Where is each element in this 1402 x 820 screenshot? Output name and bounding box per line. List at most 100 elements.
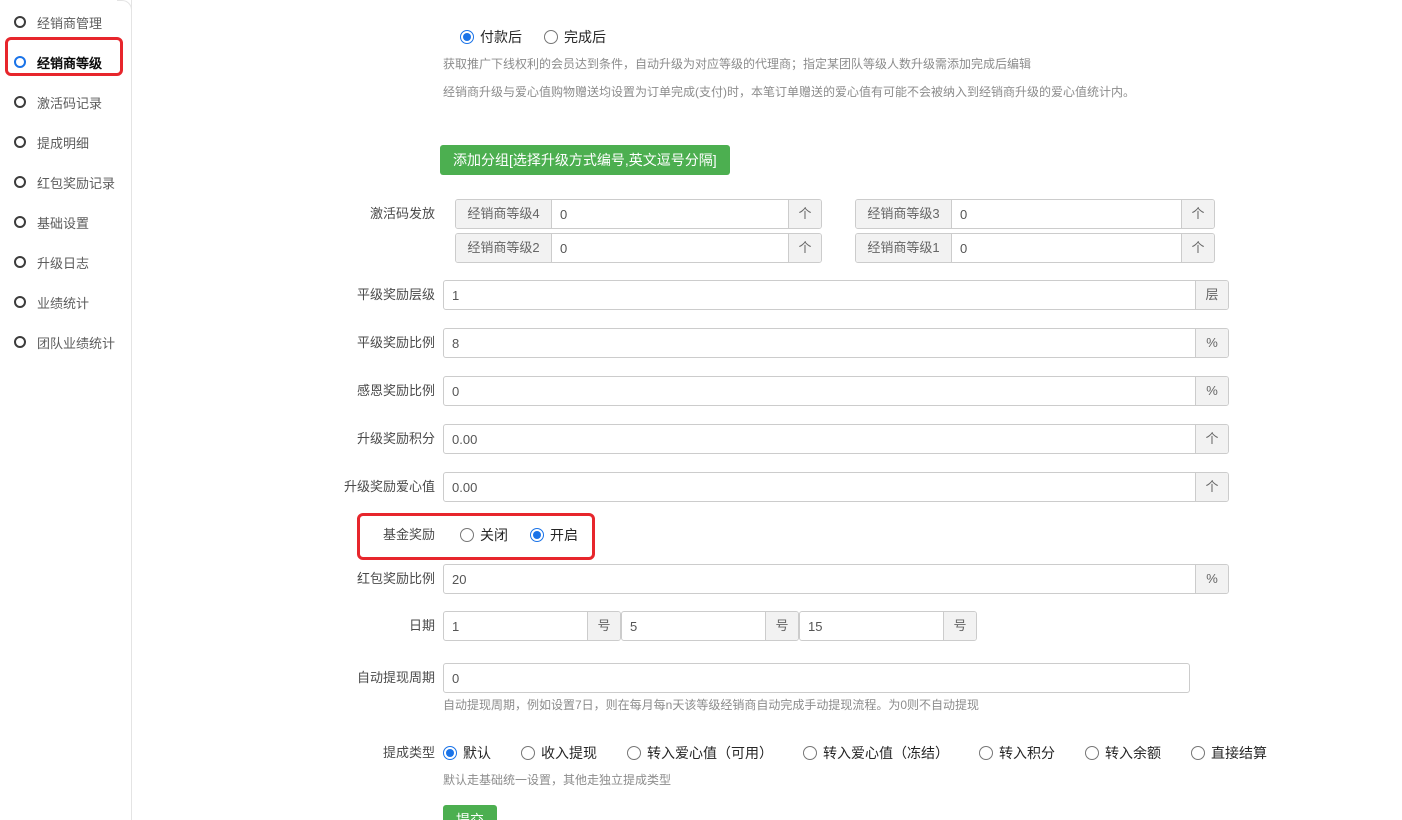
- radio-unchecked-icon: [979, 746, 993, 760]
- radio-unchecked-icon: [544, 30, 558, 44]
- submit-row: 提交: [132, 805, 1402, 820]
- radio-fund-on[interactable]: 开启: [530, 525, 578, 545]
- circle-icon: [14, 16, 26, 28]
- radio-checked-icon: [530, 528, 544, 542]
- peer-reward-layers-input[interactable]: [444, 281, 1195, 309]
- radio-label: 关闭: [480, 525, 508, 545]
- sidebar-item-commission-details[interactable]: 提成明细: [0, 122, 131, 162]
- peer-reward-ratio-input[interactable]: [444, 329, 1195, 357]
- input-suffix-percent: %: [1195, 377, 1228, 405]
- upgrade-reward-love-input[interactable]: [444, 473, 1195, 501]
- date-group-3: 号: [799, 611, 977, 641]
- circle-icon: [14, 56, 26, 68]
- radio-after-completion[interactable]: 完成后: [544, 27, 606, 47]
- field-label-commission-type: 提成类型: [132, 738, 443, 768]
- sidebar: 经销商管理 经销商等级 激活码记录 提成明细 红包奖励记录 基础设置 升级日志: [0, 0, 132, 820]
- radio-commission-default[interactable]: 默认: [443, 743, 491, 763]
- field-label-auto-withdraw: 自动提现周期: [132, 663, 443, 693]
- field-label-activation-codes: 激活码发放: [132, 199, 443, 229]
- submit-button[interactable]: 提交: [443, 805, 497, 820]
- main-form: 付款后 完成后 获取推广下线权利的会员达到条件，自动升级为对应等级的代理商；指定…: [132, 0, 1402, 820]
- input-suffix-percent: %: [1195, 565, 1228, 593]
- radio-commission-income-withdraw[interactable]: 收入提现: [521, 743, 597, 763]
- radio-unchecked-icon: [627, 746, 641, 760]
- sidebar-item-label: 激活码记录: [37, 93, 102, 112]
- auto-withdraw-input[interactable]: [443, 663, 1190, 693]
- radio-label: 付款后: [480, 27, 522, 47]
- activation-code-group-level1: 经销商等级1 个: [855, 233, 1215, 263]
- radio-unchecked-icon: [521, 746, 535, 760]
- sidebar-item-upgrade-logs[interactable]: 升级日志: [0, 242, 131, 282]
- input-suffix-unit: 个: [788, 234, 821, 262]
- date-3-input[interactable]: [800, 612, 943, 640]
- redpacket-ratio-input[interactable]: [444, 565, 1195, 593]
- circle-icon: [14, 136, 26, 148]
- input-prepend-label: 经销商等级4: [456, 200, 552, 228]
- date-2-input[interactable]: [622, 612, 765, 640]
- radio-label: 转入积分: [999, 743, 1055, 763]
- sidebar-item-dealer-level[interactable]: 经销商等级: [0, 42, 131, 82]
- add-group-button[interactable]: 添加分组[选择升级方式编号,英文逗号分隔]: [440, 145, 730, 175]
- radio-commission-to-points[interactable]: 转入积分: [979, 743, 1055, 763]
- upgrade-reward-points-input[interactable]: [444, 425, 1195, 453]
- commission-type-help-text: 默认走基础统一设置，其他走独立提成类型: [443, 773, 1402, 787]
- redpacket-ratio-row: 红包奖励比例 %: [132, 564, 1402, 594]
- fund-reward-row: 基金奖励 关闭 开启: [132, 520, 1402, 550]
- auto-withdraw-help-text: 自动提现周期，例如设置7日，则在每月每n天该等级经销商自动完成手动提现流程。为0…: [443, 698, 1402, 712]
- radio-unchecked-icon: [1085, 746, 1099, 760]
- auto-withdraw-row: 自动提现周期 自动提现周期，例如设置7日，则在每月每n天该等级经销商自动完成手动…: [132, 663, 1402, 712]
- input-suffix-day: 号: [587, 612, 620, 640]
- sidebar-item-redpacket-reward-records[interactable]: 红包奖励记录: [0, 162, 131, 202]
- upgrade-timing-row: 付款后 完成后: [132, 28, 1402, 45]
- radio-commission-to-love-available[interactable]: 转入爱心值（可用）: [627, 743, 773, 763]
- activation-code-level3-input[interactable]: [952, 200, 1181, 228]
- activation-code-level2-input[interactable]: [552, 234, 788, 262]
- input-prepend-label: 经销商等级1: [856, 234, 952, 262]
- field-label: 升级奖励积分: [132, 424, 443, 454]
- date-group-2: 号: [621, 611, 799, 641]
- upgrade-help-text-2: 经销商升级与爱心值购物赠送均设置为订单完成(支付)时，本笔订单赠送的爱心值有可能…: [443, 84, 1402, 99]
- radio-after-payment[interactable]: 付款后: [460, 27, 522, 47]
- commission-type-row: 提成类型 默认 收入提现 转入爱心值（可用）: [132, 738, 1402, 787]
- input-prepend-label: 经销商等级2: [456, 234, 552, 262]
- input-suffix-unit: 个: [1181, 200, 1214, 228]
- radio-commission-to-love-frozen[interactable]: 转入爱心值（冻结）: [803, 743, 949, 763]
- field-label: 升级奖励爱心值: [132, 472, 443, 502]
- activation-code-level4-input[interactable]: [552, 200, 788, 228]
- sidebar-item-team-performance-stats[interactable]: 团队业绩统计: [0, 322, 131, 362]
- gratitude-reward-ratio-input[interactable]: [444, 377, 1195, 405]
- date-1-input[interactable]: [444, 612, 587, 640]
- sidebar-item-label: 经销商管理: [37, 13, 102, 32]
- sidebar-item-label: 团队业绩统计: [37, 333, 115, 352]
- radio-checked-icon: [460, 30, 474, 44]
- sidebar-item-basic-settings[interactable]: 基础设置: [0, 202, 131, 242]
- circle-icon: [14, 296, 26, 308]
- radio-unchecked-icon: [1191, 746, 1205, 760]
- sidebar-item-performance-stats[interactable]: 业绩统计: [0, 282, 131, 322]
- radio-commission-to-balance[interactable]: 转入余额: [1085, 743, 1161, 763]
- field-label: 感恩奖励比例: [132, 376, 443, 406]
- radio-unchecked-icon: [460, 528, 474, 542]
- radio-unchecked-icon: [803, 746, 817, 760]
- radio-label: 转入爱心值（可用）: [647, 743, 773, 763]
- radio-label: 转入爱心值（冻结）: [823, 743, 949, 763]
- activation-code-group-level4: 经销商等级4 个: [455, 199, 822, 229]
- input-suffix-unit: 个: [788, 200, 821, 228]
- circle-icon: [14, 256, 26, 268]
- circle-icon: [14, 216, 26, 228]
- activation-code-group-level3: 经销商等级3 个: [855, 199, 1215, 229]
- field-label: 平级奖励比例: [132, 328, 443, 358]
- field-label: 红包奖励比例: [132, 564, 443, 594]
- upgrade-reward-love-row: 升级奖励爱心值 个: [132, 472, 1402, 502]
- radio-label: 完成后: [564, 27, 606, 47]
- sidebar-item-dealer-management[interactable]: 经销商管理: [0, 2, 131, 42]
- input-suffix-unit: 个: [1195, 473, 1228, 501]
- input-suffix-day: 号: [765, 612, 798, 640]
- radio-fund-off[interactable]: 关闭: [460, 525, 508, 545]
- field-label-fund-reward: 基金奖励: [132, 520, 443, 550]
- radio-commission-direct-settle[interactable]: 直接结算: [1191, 743, 1267, 763]
- app-window: 经销商管理 经销商等级 激活码记录 提成明细 红包奖励记录 基础设置 升级日志: [0, 0, 1402, 820]
- sidebar-item-activation-code-records[interactable]: 激活码记录: [0, 82, 131, 122]
- radio-label: 直接结算: [1211, 743, 1267, 763]
- activation-code-level1-input[interactable]: [952, 234, 1181, 262]
